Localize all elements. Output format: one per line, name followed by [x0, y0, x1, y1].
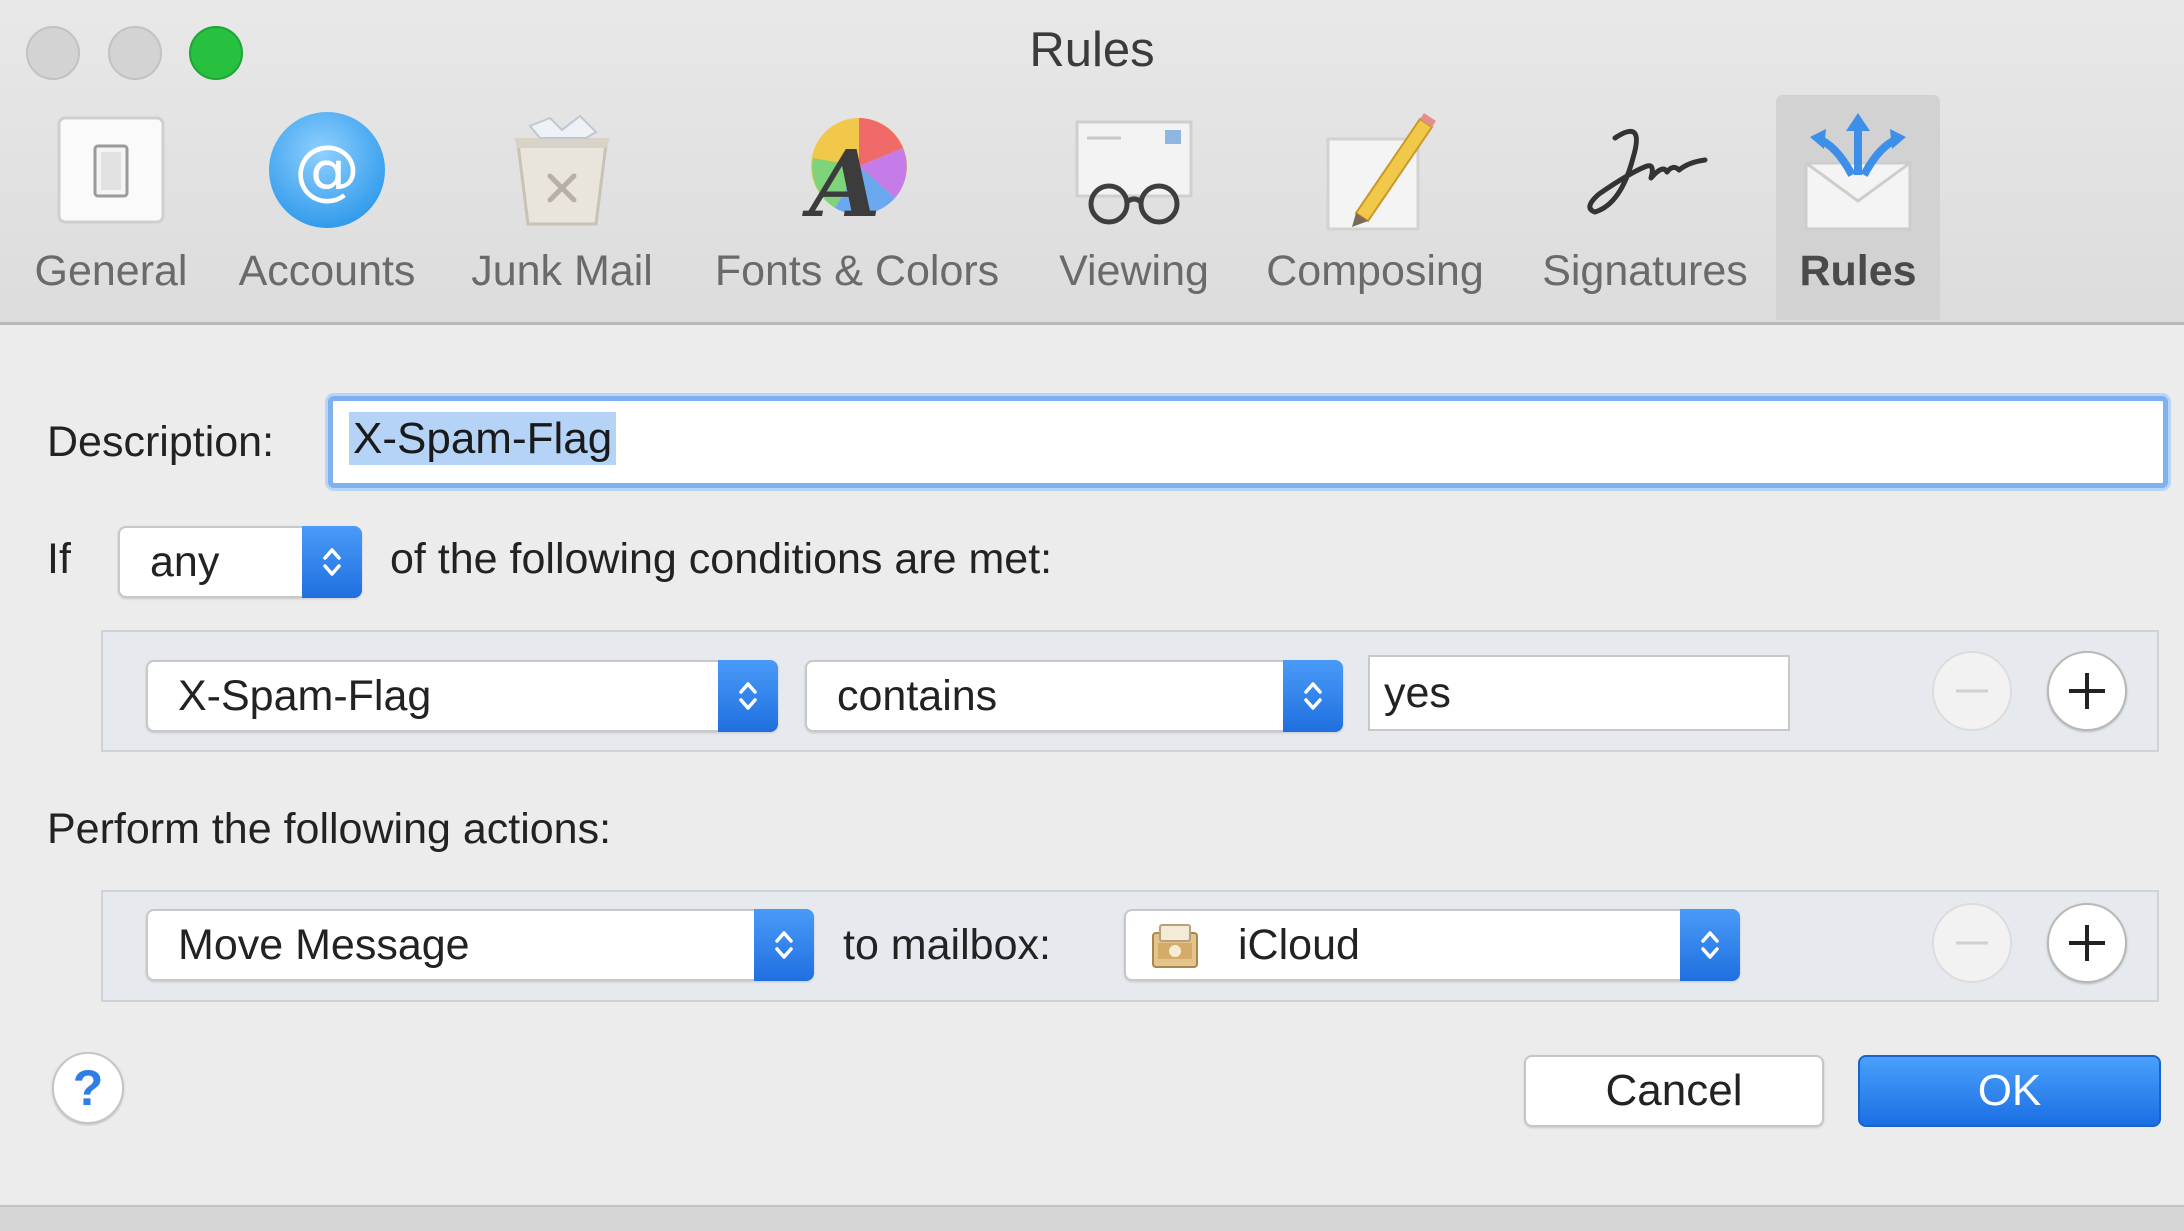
- chevron-up-down-icon: [1283, 660, 1343, 732]
- toolbar-item-fonts-colors[interactable]: A Fonts & Colors: [694, 95, 1020, 320]
- plus-icon: [2069, 925, 2105, 961]
- toolbar-item-rules[interactable]: Rules: [1776, 95, 1940, 320]
- cancel-button[interactable]: Cancel: [1524, 1055, 1824, 1127]
- svg-text:A: A: [801, 130, 880, 232]
- signature-icon: [1575, 95, 1715, 245]
- mailbox-value: iCloud: [1238, 921, 1360, 969]
- to-mailbox-label: to mailbox:: [843, 921, 1051, 969]
- window-title: Rules: [1029, 23, 1155, 77]
- match-mode-value: any: [150, 538, 220, 586]
- chevron-up-down-icon: [754, 909, 814, 981]
- action-type-value: Move Message: [178, 921, 470, 969]
- remove-condition-button[interactable]: [1932, 651, 2012, 731]
- toolbar-label-fonts-colors: Fonts & Colors: [714, 247, 1000, 295]
- toolbar-label-general: General: [34, 247, 188, 295]
- title-bar: Rules General @ Accounts Junk Mail A Fon…: [0, 0, 2184, 325]
- minus-icon: [1956, 689, 1988, 693]
- svg-text:@: @: [294, 131, 360, 208]
- remove-action-button[interactable]: [1932, 903, 2012, 983]
- mailbox-popup[interactable]: iCloud: [1124, 909, 1740, 981]
- at-sign-icon: @: [257, 95, 397, 245]
- condition-field-popup[interactable]: X-Spam-Flag: [146, 660, 778, 732]
- toolbar-label-junk-mail: Junk Mail: [471, 247, 653, 295]
- action-type-popup[interactable]: Move Message: [146, 909, 814, 981]
- general-switch-icon: [41, 95, 181, 245]
- pencil-paper-icon: [1305, 95, 1445, 245]
- trash-bin-icon: [492, 95, 632, 245]
- condition-value-field[interactable]: yes: [1368, 655, 1790, 731]
- help-icon: ?: [72, 1060, 104, 1116]
- help-button[interactable]: ?: [52, 1052, 124, 1124]
- mailbox-folder-icon: [1150, 921, 1200, 971]
- chevron-up-down-icon: [302, 526, 362, 598]
- plus-icon: [2069, 673, 2105, 709]
- font-color-wheel-icon: A: [787, 95, 927, 245]
- toolbar-item-signatures[interactable]: Signatures: [1526, 95, 1764, 320]
- glasses-icon: [1064, 95, 1204, 245]
- conditions-suffix-label: of the following conditions are met:: [390, 535, 1053, 583]
- toolbar-item-general[interactable]: General: [26, 95, 196, 320]
- toolbar-item-accounts[interactable]: @ Accounts: [222, 95, 432, 320]
- toolbar-item-composing[interactable]: Composing: [1250, 95, 1500, 320]
- add-condition-button[interactable]: [2047, 651, 2127, 731]
- if-label: If: [47, 535, 71, 583]
- chevron-up-down-icon: [718, 660, 778, 732]
- toolbar-label-accounts: Accounts: [238, 247, 416, 295]
- toolbar-item-viewing[interactable]: Viewing: [1046, 95, 1222, 320]
- toolbar-item-junk-mail[interactable]: Junk Mail: [458, 95, 666, 320]
- toolbar-label-rules: Rules: [1799, 247, 1917, 295]
- description-label: Description:: [47, 418, 275, 466]
- envelope-arrows-icon: [1788, 95, 1928, 245]
- window-bottom-edge: [0, 1205, 2184, 1231]
- condition-field-value: X-Spam-Flag: [178, 672, 432, 720]
- minus-icon: [1956, 941, 1988, 945]
- ok-button[interactable]: OK: [1858, 1055, 2161, 1127]
- condition-operator-popup[interactable]: contains: [805, 660, 1343, 732]
- rules-dialog-window: Rules General @ Accounts Junk Mail A Fon…: [0, 0, 2184, 1231]
- description-field[interactable]: X-Spam-Flag: [328, 396, 2168, 488]
- toolbar-label-signatures: Signatures: [1542, 247, 1748, 295]
- add-action-button[interactable]: [2047, 903, 2127, 983]
- condition-operator-value: contains: [837, 672, 998, 720]
- description-value: X-Spam-Flag: [349, 412, 617, 465]
- actions-label: Perform the following actions:: [47, 805, 612, 853]
- match-mode-popup[interactable]: any: [118, 526, 362, 598]
- toolbar-label-composing: Composing: [1266, 247, 1484, 295]
- chevron-up-down-icon: [1680, 909, 1740, 981]
- toolbar-label-viewing: Viewing: [1059, 247, 1209, 295]
